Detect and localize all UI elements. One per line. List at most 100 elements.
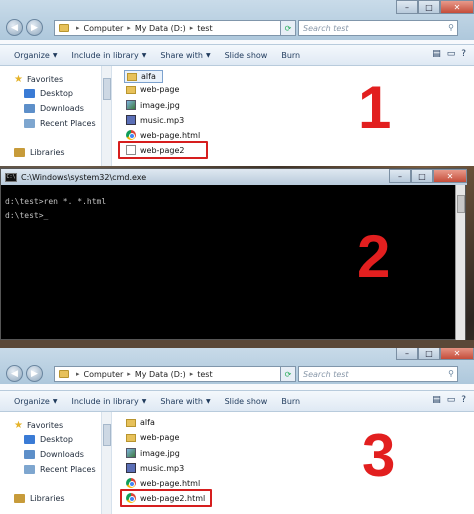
highlight-box [120, 489, 212, 507]
navigation-pane: ★ Favorites Desktop Downloads Recent Plac… [0, 412, 112, 514]
file-item[interactable]: alfa [124, 70, 163, 83]
share-with-button[interactable]: Share with ▼ [160, 51, 210, 60]
file-list: alfa web-page image.jpg music.mp3 web-pa… [112, 66, 474, 166]
folder-icon [59, 370, 69, 378]
minimize-button[interactable]: – [396, 0, 418, 14]
breadcrumb-computer[interactable]: Computer [84, 370, 124, 379]
desktop-icon [24, 435, 35, 444]
file-item[interactable]: alfa [126, 418, 155, 427]
minimize-button[interactable]: – [396, 348, 418, 360]
file-item[interactable]: web-page [126, 85, 179, 94]
console-output[interactable]: d:\test>ren *. *.html d:\test>_ [5, 195, 106, 223]
nav-favorites[interactable]: ★ Favorites [14, 74, 63, 85]
preview-pane-icon[interactable]: ▭ [447, 395, 456, 405]
search-icon: ⚲ [448, 23, 454, 32]
close-button[interactable]: ✕ [440, 0, 474, 14]
file-item[interactable]: web-page [126, 433, 179, 442]
file-item[interactable]: image.jpg [126, 448, 180, 458]
help-icon[interactable]: ? [461, 395, 466, 405]
cmd-scrollbar[interactable] [455, 185, 465, 340]
search-input[interactable]: Search test ⚲ [298, 366, 458, 382]
downloads-icon [24, 104, 35, 113]
refresh-icon[interactable]: ⟳ [280, 20, 296, 36]
folder-icon [59, 24, 69, 32]
libraries-icon [14, 148, 25, 157]
help-icon[interactable]: ? [461, 49, 466, 59]
cmd-window: C:\ C:\Windows\system32\cmd.exe – □ ✕ d:… [0, 168, 467, 340]
file-item[interactable]: web-page.html [126, 478, 200, 488]
nav-downloads[interactable]: Downloads [24, 104, 84, 113]
nav-recent-places[interactable]: Recent Places [24, 119, 96, 128]
nav-desktop[interactable]: Desktop [24, 435, 73, 444]
maximize-button[interactable]: □ [418, 348, 440, 360]
breadcrumb-folder[interactable]: test [197, 370, 212, 379]
step-number: 3 [362, 422, 396, 489]
nav-favorites[interactable]: ★ Favorites [14, 420, 63, 431]
view-icon[interactable]: ▤ [432, 395, 441, 405]
slide-show-button[interactable]: Slide show [225, 51, 268, 60]
slide-show-button[interactable]: Slide show [225, 397, 268, 406]
file-item[interactable]: music.mp3 [126, 115, 184, 125]
downloads-icon [24, 450, 35, 459]
highlight-box [118, 141, 208, 159]
nav-libraries[interactable]: Libraries [14, 494, 65, 503]
search-input[interactable]: Search test ⚲ [298, 20, 458, 36]
cmd-close-button[interactable]: ✕ [433, 169, 467, 183]
recent-places-icon [24, 465, 35, 474]
address-bar[interactable]: ▸ Computer ▸ My Data (D:) ▸ test [54, 366, 294, 382]
command-bar: Organize ▼ Include in library ▼ Share with… [0, 44, 474, 66]
folder-icon [126, 85, 136, 94]
view-icon[interactable]: ▤ [432, 49, 441, 59]
burn-button[interactable]: Burn [281, 397, 300, 406]
window-controls: – □ ✕ [396, 0, 474, 14]
cmd-minimize-button[interactable]: – [389, 169, 411, 183]
back-button[interactable]: ◀ [6, 19, 23, 36]
star-icon: ★ [14, 420, 23, 431]
desktop-icon [24, 89, 35, 98]
refresh-icon[interactable]: ⟳ [280, 366, 296, 382]
breadcrumb-computer[interactable]: Computer [84, 24, 124, 33]
file-item[interactable]: music.mp3 [126, 463, 184, 473]
file-list: alfa web-page image.jpg music.mp3 web-pa… [112, 412, 474, 514]
image-file-icon [126, 100, 136, 110]
forward-button[interactable]: ▶ [26, 365, 43, 382]
nav-scrollbar[interactable] [101, 66, 111, 166]
image-file-icon [126, 448, 136, 458]
folder-icon [126, 418, 136, 427]
file-item[interactable]: image.jpg [126, 100, 180, 110]
nav-recent-places[interactable]: Recent Places [24, 465, 96, 474]
nav-scrollbar[interactable] [101, 412, 111, 514]
explorer-window-before: – □ ✕ ◀ ▶ ▸ Computer ▸ My Data (D:) ▸ te… [0, 0, 474, 166]
chrome-icon [126, 478, 136, 488]
recent-places-icon [24, 119, 35, 128]
include-in-library-button[interactable]: Include in library ▼ [71, 397, 146, 406]
address-area: – □ ✕ ◀ ▶ ▸ Computer ▸ My Data (D:) ▸ te… [0, 0, 474, 40]
file-item[interactable]: web-page.html [126, 130, 200, 140]
preview-pane-icon[interactable]: ▭ [447, 49, 456, 59]
address-area: – □ ✕ ◀ ▶ ▸ Computer ▸ My Data (D:) ▸ te… [0, 348, 474, 384]
nav-desktop[interactable]: Desktop [24, 89, 73, 98]
close-button[interactable]: ✕ [440, 348, 474, 360]
desktop-strip [0, 340, 474, 348]
nav-downloads[interactable]: Downloads [24, 450, 84, 459]
cmd-title-bar: C:\ C:\Windows\system32\cmd.exe – □ ✕ [1, 169, 467, 185]
breadcrumb-drive[interactable]: My Data (D:) [135, 370, 186, 379]
folder-icon [127, 72, 137, 81]
maximize-button[interactable]: □ [418, 0, 440, 14]
include-in-library-button[interactable]: Include in library ▼ [71, 51, 146, 60]
console-line: d:\test>_ [5, 211, 49, 220]
folder-icon [126, 433, 136, 442]
back-button[interactable]: ◀ [6, 365, 23, 382]
share-with-button[interactable]: Share with ▼ [160, 397, 210, 406]
breadcrumb-folder[interactable]: test [197, 24, 212, 33]
cmd-maximize-button[interactable]: □ [411, 169, 433, 183]
nav-libraries[interactable]: Libraries [14, 148, 65, 157]
address-bar[interactable]: ▸ Computer ▸ My Data (D:) ▸ test [54, 20, 294, 36]
organize-button[interactable]: Organize ▼ [14, 51, 57, 60]
star-icon: ★ [14, 74, 23, 85]
burn-button[interactable]: Burn [281, 51, 300, 60]
step-number: 2 [357, 223, 391, 290]
breadcrumb-drive[interactable]: My Data (D:) [135, 24, 186, 33]
organize-button[interactable]: Organize ▼ [14, 397, 57, 406]
forward-button[interactable]: ▶ [26, 19, 43, 36]
